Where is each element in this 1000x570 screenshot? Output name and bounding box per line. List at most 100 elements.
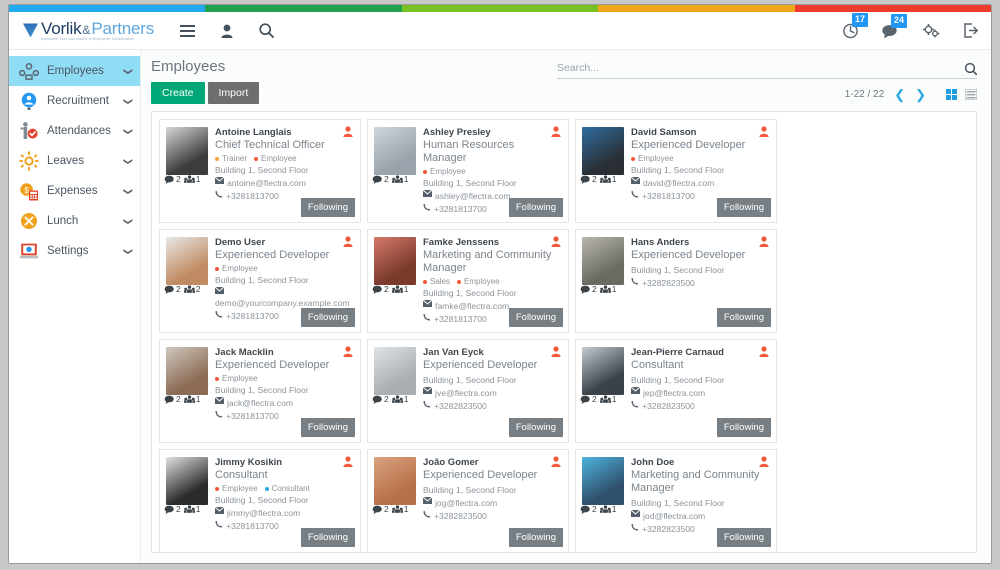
employee-job-title: Experienced Developer	[423, 358, 538, 371]
employee-name[interactable]: Jan Van Eyck	[423, 347, 560, 359]
following-button[interactable]: Following	[300, 308, 355, 327]
person-badge-icon[interactable]	[551, 346, 561, 357]
person-badge-icon[interactable]	[551, 236, 561, 247]
following-button[interactable]: Following	[716, 198, 771, 217]
search-bar[interactable]	[557, 60, 977, 79]
group-count: 1	[391, 174, 408, 184]
employee-card[interactable]: 2 1 Hans Anders Experienced Developer Buildi…	[575, 229, 777, 333]
sidebar-item-settings[interactable]: Settings ❯	[9, 236, 140, 266]
following-button[interactable]: Following	[716, 418, 771, 437]
chevron-down-icon[interactable]: ❯	[123, 67, 134, 75]
chevron-down-icon[interactable]: ❯	[123, 97, 134, 105]
sidebar-item-employees[interactable]: Employees ❯	[9, 56, 140, 86]
following-button[interactable]: Following	[716, 308, 771, 327]
employee-name[interactable]: João Gomer	[423, 457, 560, 469]
chevron-down-icon[interactable]: ❯	[123, 217, 134, 225]
employee-name[interactable]: Jimmy Kosikin	[215, 457, 352, 469]
person-badge-icon[interactable]	[551, 126, 561, 137]
avatar-column: 21	[580, 237, 628, 326]
following-button[interactable]: Following	[508, 418, 563, 437]
chevron-down-icon[interactable]: ❯	[123, 127, 134, 135]
search-input[interactable]	[557, 60, 958, 76]
timer-indicator[interactable]: 17	[842, 13, 868, 39]
sidebar-item-leaves[interactable]: Leaves ❯	[9, 146, 140, 176]
sidebar-item-label: Lunch	[47, 215, 79, 227]
search-icon[interactable]	[964, 62, 977, 75]
employee-name[interactable]: David Samson	[631, 127, 768, 139]
brand-logo[interactable]: Vorlik & Partners Implement Your own mob…	[17, 20, 154, 41]
list-view-icon[interactable]	[965, 89, 977, 100]
employee-tags: Employee	[631, 154, 768, 163]
chevron-right-icon[interactable]: ❯	[915, 88, 926, 101]
group-count: 1	[183, 504, 200, 514]
group-count-value: 1	[403, 284, 409, 294]
employee-location: Building 1, Second Floor	[423, 374, 560, 387]
employee-location: Building 1, Second Floor	[215, 164, 352, 177]
person-badge-icon[interactable]	[551, 456, 561, 467]
sidebar-item-lunch[interactable]: Lunch ❯	[9, 206, 140, 236]
employee-name[interactable]: Hans Anders	[631, 237, 768, 249]
person-badge-icon[interactable]	[759, 456, 769, 467]
employee-card[interactable]: 2 1 Famke Jenssens Marketing and Community …	[367, 229, 569, 333]
person-badge-icon[interactable]	[759, 346, 769, 357]
employee-card[interactable]: 2 1 Jan Van Eyck Experienced Developer Build…	[367, 339, 569, 443]
sidebar-item-label: Employees	[47, 65, 104, 77]
person-badge-icon[interactable]	[759, 236, 769, 247]
person-badge-icon[interactable]	[343, 126, 353, 137]
chevron-left-icon[interactable]: ❮	[894, 88, 905, 101]
user-icon[interactable]	[221, 24, 233, 38]
chat-indicator[interactable]: 24	[881, 13, 907, 39]
following-button[interactable]: Following	[300, 418, 355, 437]
gears-icon[interactable]	[922, 23, 941, 39]
sidebar-item-expenses[interactable]: $ Expenses ❯	[9, 176, 140, 206]
employee-phone: +3282823500	[631, 400, 768, 413]
employee-card[interactable]: 2 1 Antoine Langlais Chief Technical Office…	[159, 119, 361, 223]
employee-name[interactable]: Jack Macklin	[215, 347, 352, 359]
employee-card[interactable]: 2 1 Jean-Pierre Carnaud Consultant Building …	[575, 339, 777, 443]
following-button[interactable]: Following	[508, 528, 563, 547]
hamburger-menu-icon[interactable]	[180, 24, 196, 37]
logout-icon[interactable]	[963, 23, 979, 38]
chat-count: 2	[372, 394, 389, 404]
chat-count-value: 2	[592, 504, 597, 514]
employee-card[interactable]: 2 1 João Gomer Experienced Developer Buildin…	[367, 449, 569, 552]
employee-name[interactable]: Jean-Pierre Carnaud	[631, 347, 768, 359]
following-button[interactable]: Following	[508, 198, 563, 217]
following-button[interactable]: Following	[716, 528, 771, 547]
employee-name[interactable]: Demo User	[215, 237, 352, 249]
person-badge-icon[interactable]	[759, 126, 769, 137]
employee-card[interactable]: 2 1 John Doe Marketing and Community Manage…	[575, 449, 777, 552]
grid-view-icon[interactable]	[946, 89, 957, 100]
sidebar-item-attendances[interactable]: Attendances ❯	[9, 116, 140, 146]
employee-name[interactable]: John Doe	[631, 457, 768, 469]
person-badge-icon[interactable]	[343, 456, 353, 467]
employee-card[interactable]: 2 1 Jack Macklin Experienced Developer Emplo…	[159, 339, 361, 443]
group-count: 1	[183, 174, 200, 184]
person-badge-icon[interactable]	[343, 346, 353, 357]
search-icon[interactable]	[259, 23, 274, 38]
employee-card[interactable]: 2 1 David Samson Experienced Developer Emplo…	[575, 119, 777, 223]
employee-name[interactable]: Antoine Langlais	[215, 127, 352, 139]
employee-card[interactable]: 2 2 Demo User Experienced Developer Employee…	[159, 229, 361, 333]
employee-card[interactable]: 2 1 Ashley Presley Human Resources Manager E…	[367, 119, 569, 223]
sidebar-item-recruitment[interactable]: Recruitment ❯	[9, 86, 140, 116]
create-button[interactable]: Create	[151, 82, 205, 104]
following-button[interactable]: Following	[508, 308, 563, 327]
tag-dot	[215, 156, 219, 161]
following-button[interactable]: Following	[300, 528, 355, 547]
chevron-down-icon[interactable]: ❯	[123, 247, 134, 255]
chat-count-value: 2	[176, 174, 181, 184]
following-button[interactable]: Following	[300, 198, 355, 217]
employee-name[interactable]: Famke Jenssens	[423, 237, 560, 249]
employee-phone-icon	[215, 190, 223, 198]
person-badge-icon[interactable]	[343, 236, 353, 247]
import-button[interactable]: Import	[207, 82, 260, 104]
employee-phone-value: +3281813700	[226, 410, 279, 421]
tag-consultant: Consultant	[264, 484, 310, 493]
recruitment-icon	[18, 91, 39, 112]
chevron-down-icon[interactable]: ❯	[123, 157, 134, 165]
employee-name[interactable]: Ashley Presley	[423, 127, 560, 139]
employee-tags: Trainer Employee	[215, 154, 352, 163]
employee-card[interactable]: 2 1 Jimmy Kosikin Consultant Employee Consult…	[159, 449, 361, 552]
chevron-down-icon[interactable]: ❯	[123, 187, 134, 195]
